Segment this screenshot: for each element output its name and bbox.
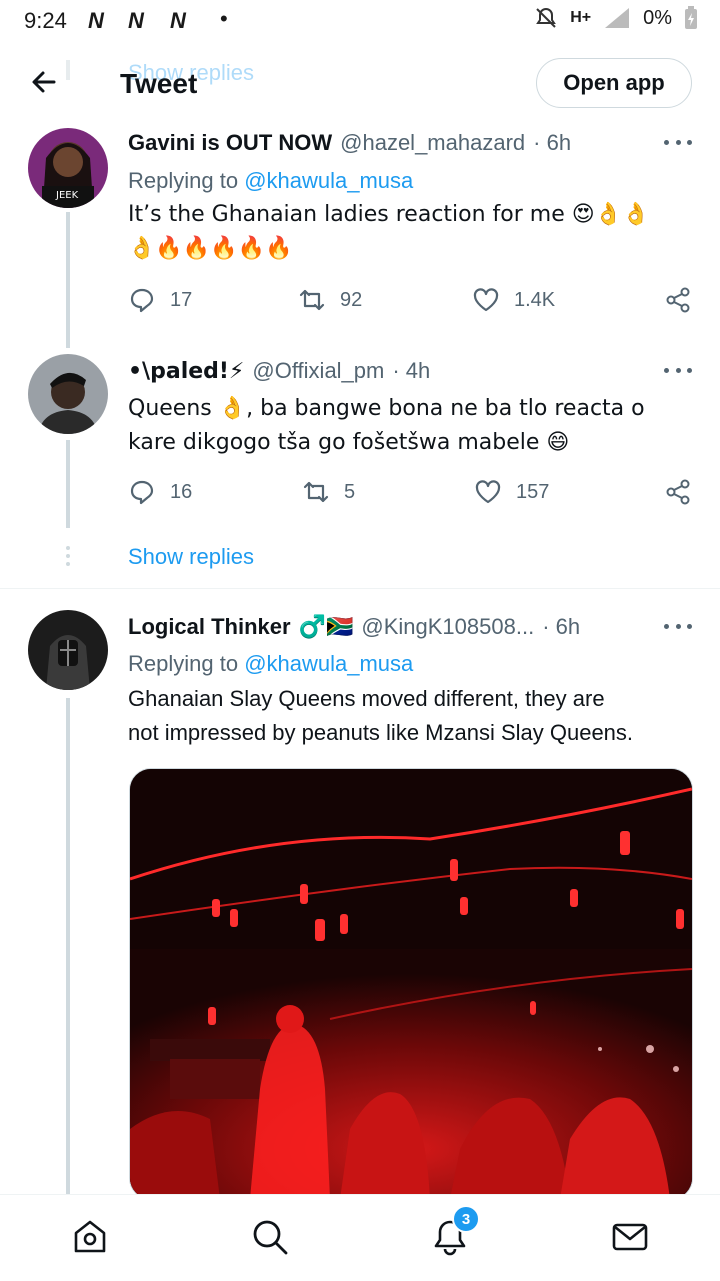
status-dot: • xyxy=(220,6,228,31)
tweet-actions: 16 5 157 xyxy=(128,478,698,508)
mail-icon xyxy=(612,1223,648,1251)
author-handle[interactable]: @hazel_mahazard xyxy=(340,130,525,156)
home-icon xyxy=(74,1220,106,1253)
search-icon xyxy=(253,1220,288,1255)
page-title: Tweet xyxy=(120,68,198,99)
status-time: 9:24 xyxy=(24,8,67,33)
reply-button[interactable]: 16 xyxy=(128,478,192,506)
tweet-text: Queens 👌, ba bangwe bona ne ba tlo react… xyxy=(128,392,698,460)
thread-line xyxy=(66,440,70,528)
tweet-text-line: It’s the Ghanaian ladies reaction for me… xyxy=(128,202,650,227)
reply-count: 17 xyxy=(170,288,193,311)
tweet-header: Gavini is OUT NOW @hazel_mahazard · 6h xyxy=(128,130,571,156)
share-button[interactable] xyxy=(664,286,692,314)
top-header: Show replies Tweet Open app xyxy=(0,56,720,114)
nav-messages[interactable] xyxy=(608,1215,652,1259)
reply-icon xyxy=(130,288,154,313)
tweet-actions: 17 92 1.4K xyxy=(128,286,698,316)
svg-text:JEEK: JEEK xyxy=(55,190,79,201)
notification-badge: 3 xyxy=(452,1205,480,1233)
carrier-icon: N xyxy=(88,8,104,33)
carrier-icon: N xyxy=(128,8,144,33)
tweet-text: Ghanaian Slay Queens moved different, th… xyxy=(128,682,698,750)
battery-percent: 0% xyxy=(643,6,672,29)
tweet-text-line: not impressed by peanuts like Mzansi Sla… xyxy=(128,720,634,745)
like-button[interactable]: 1.4K xyxy=(472,286,555,314)
author-handle[interactable]: @Offixial_pm xyxy=(252,358,384,384)
tweet-text-line: Ghanaian Slay Queens moved different, th… xyxy=(128,686,605,711)
share-button[interactable] xyxy=(664,478,692,506)
tweet-text-line: kare dikgogo tša go fošetšwa mabele 😄 xyxy=(128,430,570,455)
open-app-button[interactable]: Open app xyxy=(536,58,692,108)
share-icon xyxy=(666,479,690,505)
mute-icon xyxy=(536,7,557,28)
party-scene-image xyxy=(130,769,692,1199)
replying-label: Replying to xyxy=(128,651,245,676)
carrier-icon: N xyxy=(170,8,186,33)
retweet-icon xyxy=(299,289,325,311)
tweet-header: Logical Thinker ♂️🇿🇦 @KingK108508... · 6… xyxy=(128,614,580,640)
retweet-count: 5 xyxy=(344,480,356,503)
tweet-time: · 4h xyxy=(392,358,431,383)
like-count: 157 xyxy=(516,480,550,503)
more-options-button[interactable] xyxy=(664,360,692,380)
status-bar: 9:24 N N N • H+ 0% xyxy=(0,0,720,44)
back-button[interactable] xyxy=(28,66,60,98)
author-handle[interactable]: @KingK108508... xyxy=(361,614,534,640)
tweet-header: •\paled!⚡ @Offixial_pm · 4h xyxy=(128,358,430,384)
nav-search[interactable] xyxy=(248,1215,292,1259)
tweet-text-line: 👌🔥🔥🔥🔥🔥 xyxy=(128,236,293,261)
reply-count: 16 xyxy=(170,480,193,503)
thread-line xyxy=(66,60,70,80)
mention-link[interactable]: @khawula_musa xyxy=(244,651,413,676)
network-label: H+ xyxy=(570,9,592,26)
tweet-time: · 6h xyxy=(542,614,581,639)
tweet-time: · 6h xyxy=(533,130,572,155)
heart-icon xyxy=(473,288,499,312)
tweet-text-line: Queens 👌, ba bangwe bona ne ba tlo react… xyxy=(128,396,645,421)
status-right: H+ 0% xyxy=(534,6,698,30)
avatar[interactable] xyxy=(28,610,108,690)
author-badges: ♂️🇿🇦 xyxy=(298,614,354,640)
author-name[interactable]: Gavini is OUT NOW xyxy=(128,130,332,156)
more-options-button[interactable] xyxy=(664,132,692,152)
like-count: 1.4K xyxy=(514,288,556,311)
tweet-text: It’s the Ghanaian ladies reaction for me… xyxy=(128,198,698,266)
bottom-nav: 3 xyxy=(0,1194,720,1281)
mention-link[interactable]: @khawula_musa xyxy=(244,168,413,193)
more-options-button[interactable] xyxy=(664,616,692,636)
like-button[interactable]: 157 xyxy=(474,478,549,506)
reply-button[interactable]: 17 xyxy=(128,286,192,314)
retweet-icon xyxy=(303,481,329,503)
back-arrow-icon xyxy=(32,71,56,93)
more-replies-dots xyxy=(66,546,70,566)
reply-icon xyxy=(130,480,154,505)
avatar[interactable] xyxy=(28,354,108,434)
signal-icon xyxy=(605,8,630,28)
replying-to: Replying to @khawula_musa xyxy=(128,651,413,677)
avatar[interactable]: JEEK xyxy=(28,128,108,208)
thread-line xyxy=(66,698,70,1194)
heart-icon xyxy=(475,480,501,504)
replying-to: Replying to @khawula_musa xyxy=(128,168,413,194)
replying-label: Replying to xyxy=(128,168,245,193)
show-replies-link[interactable]: Show replies xyxy=(128,544,254,570)
nav-home[interactable] xyxy=(68,1215,112,1259)
thread-line xyxy=(66,212,70,348)
retweet-count: 92 xyxy=(340,288,363,311)
divider xyxy=(0,588,720,589)
retweet-button[interactable]: 92 xyxy=(298,286,362,314)
author-name[interactable]: •\paled!⚡ xyxy=(128,359,244,384)
retweet-button[interactable]: 5 xyxy=(302,478,355,506)
author-name[interactable]: Logical Thinker xyxy=(128,614,291,640)
battery-icon xyxy=(685,6,697,29)
share-icon xyxy=(666,287,690,313)
tweet-media-video[interactable] xyxy=(129,768,693,1200)
